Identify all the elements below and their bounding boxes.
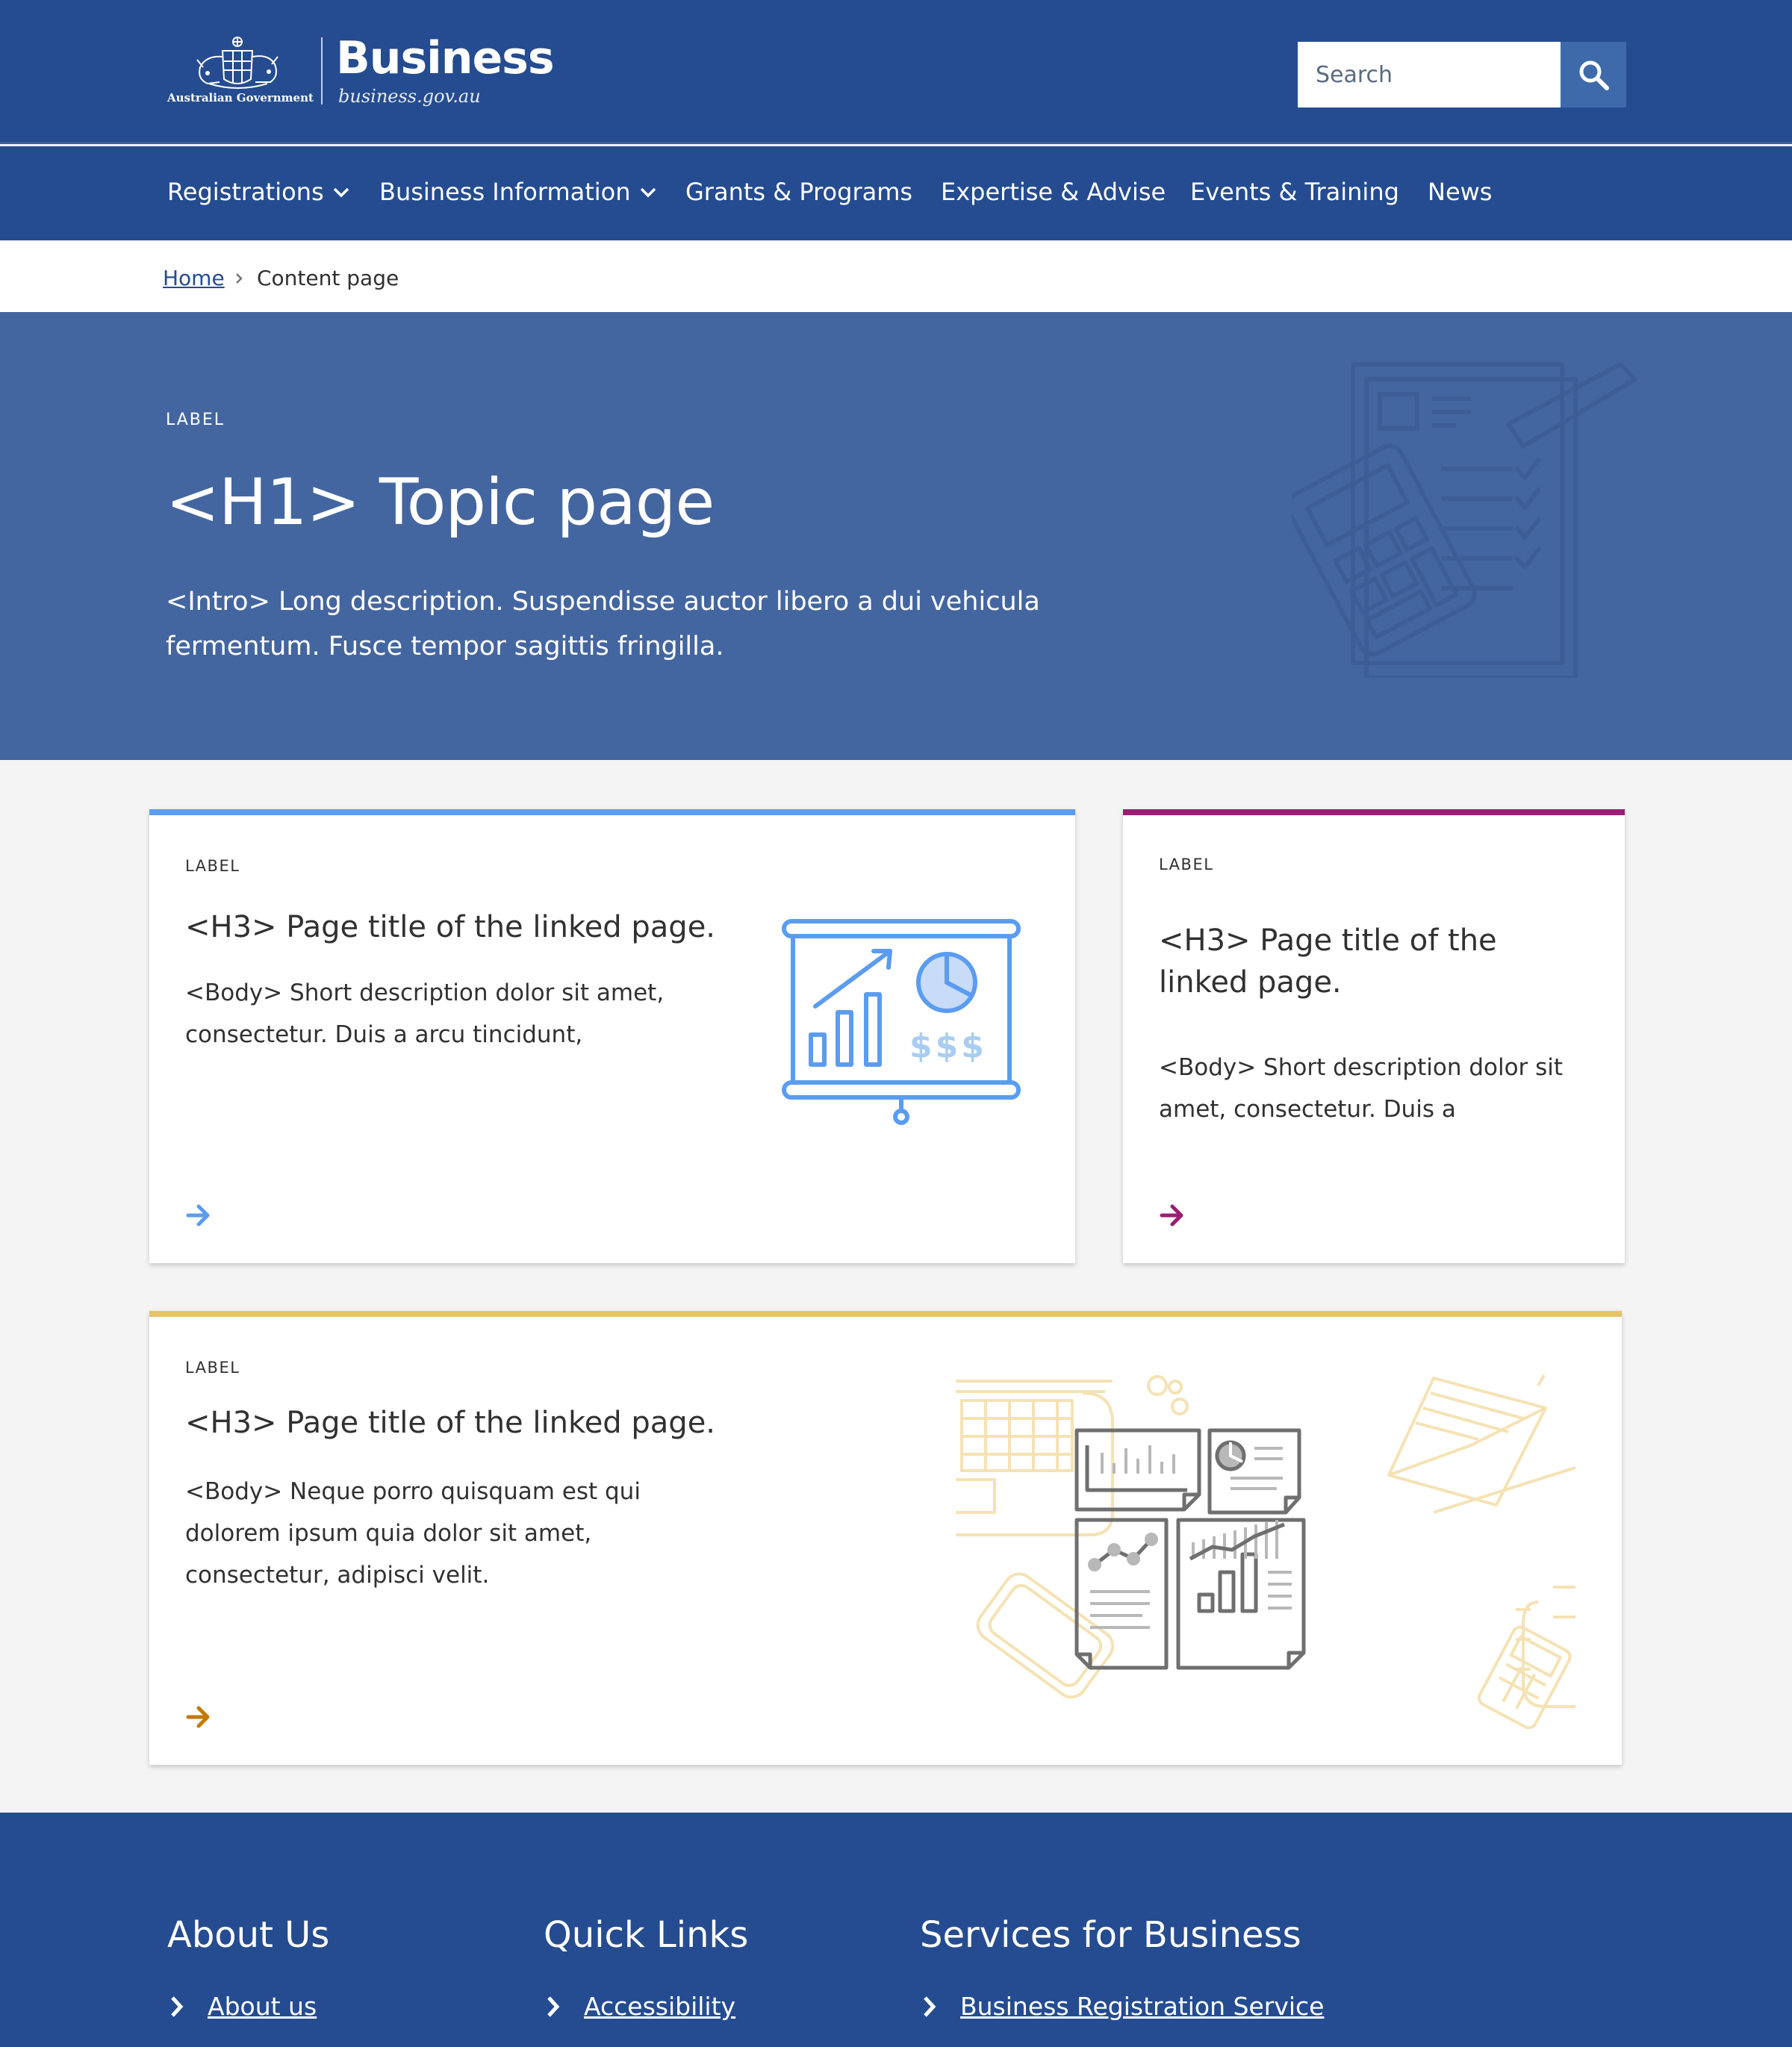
nav-label: Events & Training [1190, 178, 1399, 206]
search-button[interactable] [1561, 42, 1626, 108]
card-accent-bar [149, 809, 1075, 815]
nav-item-news[interactable]: News [1428, 178, 1492, 206]
card-title[interactable]: <H3> Page title of the linked page. [1159, 920, 1562, 1003]
card-label: LABEL [185, 1359, 240, 1377]
search-icon [1579, 60, 1609, 90]
footer-link-label: About us [208, 1992, 317, 2021]
chevron-down-icon [333, 187, 349, 198]
footer-heading-services: Services for Business [920, 1914, 1301, 1956]
nav-label: Grants & Programs [685, 178, 913, 206]
card-link-2[interactable]: LABEL <H3> Page title of the linked page… [1123, 809, 1625, 1263]
nav-item-expertise-advise[interactable]: Expertise & Advise [941, 178, 1166, 206]
page-title: <H1> Topic page [166, 465, 715, 540]
reports-dashboard-icon [956, 1374, 1576, 1729]
card-title[interactable]: <H3> Page title of the linked page. [185, 906, 753, 948]
nav-label: News [1428, 178, 1493, 206]
hero-label: LABEL [166, 411, 225, 429]
arrow-right-icon[interactable] [184, 1702, 214, 1732]
chevron-right-icon [236, 273, 243, 284]
card-label: LABEL [185, 857, 240, 875]
main-nav: Registrations Business Information Grant… [0, 146, 1792, 240]
site-header: Australian Government Business business.… [0, 0, 1792, 144]
card-title[interactable]: <H3> Page title of the linked page. [185, 1402, 783, 1444]
nav-item-registrations[interactable]: Registrations [167, 178, 351, 206]
svg-text:$$$: $$$ [909, 1027, 987, 1065]
nav-item-grants-programs[interactable]: Grants & Programs [685, 178, 912, 206]
nav-label: Expertise & Advise [941, 178, 1166, 206]
nav-item-events-training[interactable]: Events & Training [1190, 178, 1399, 206]
nav-label: Registrations [167, 178, 324, 206]
footer-link-about-us[interactable]: About us [169, 1992, 317, 2021]
footer-heading-quick-links: Quick Links [544, 1914, 749, 1956]
chevron-down-icon [640, 187, 656, 198]
nav-item-business-information[interactable]: Business Information [379, 178, 658, 206]
logo-divider [321, 37, 323, 105]
card-accent-bar [1123, 809, 1625, 815]
breadcrumb-current: Content page [257, 266, 399, 290]
footer-link-label: Business Registration Service [960, 1992, 1325, 2021]
calculator-checklist-icon [1292, 362, 1637, 678]
footer-link-business-registration-service[interactable]: Business Registration Service [921, 1992, 1324, 2021]
arrow-right-icon[interactable] [184, 1200, 214, 1230]
card-link-1[interactable]: LABEL <H3> Page title of the linked page… [149, 809, 1075, 1263]
nav-label: Business Information [379, 178, 631, 206]
card-body: <Body> Short description dolor sit amet,… [185, 979, 665, 1048]
breadcrumb-home-link[interactable]: Home [163, 266, 225, 290]
search-input[interactable] [1298, 42, 1561, 108]
presentation-chart-icon: $$$ [782, 919, 1021, 1125]
hero-banner: LABEL <H1> Topic page <Intro> Long descr… [0, 312, 1792, 760]
card-accent-bar [149, 1311, 1622, 1317]
breadcrumb: Home Content page [0, 240, 1792, 312]
hero-intro: <Intro> Long description. Suspendisse au… [166, 587, 1040, 661]
site-footer: About Us Quick Links Services for Busine… [0, 1813, 1792, 2047]
footer-link-label: Accessibility [584, 1992, 736, 2021]
card-body: <Body> Neque porro quisquam est qui dolo… [185, 1478, 641, 1589]
brand-title[interactable]: Business [336, 36, 555, 81]
brand-url: business.gov.au [338, 86, 481, 107]
government-name: Australian Government [167, 91, 314, 105]
card-label: LABEL [1159, 856, 1214, 873]
chevron-right-icon [924, 1995, 936, 2017]
card-link-3[interactable]: LABEL <H3> Page title of the linked page… [149, 1311, 1622, 1765]
card-body: <Body> Short description dolor sit amet,… [1159, 1054, 1564, 1123]
footer-heading-about-us: About Us [167, 1914, 330, 1956]
footer-link-accessibility[interactable]: Accessibility [545, 1992, 735, 2021]
chevron-right-icon [171, 1995, 184, 2017]
chevron-right-icon [547, 1995, 560, 2017]
arrow-right-icon[interactable] [1157, 1200, 1187, 1230]
